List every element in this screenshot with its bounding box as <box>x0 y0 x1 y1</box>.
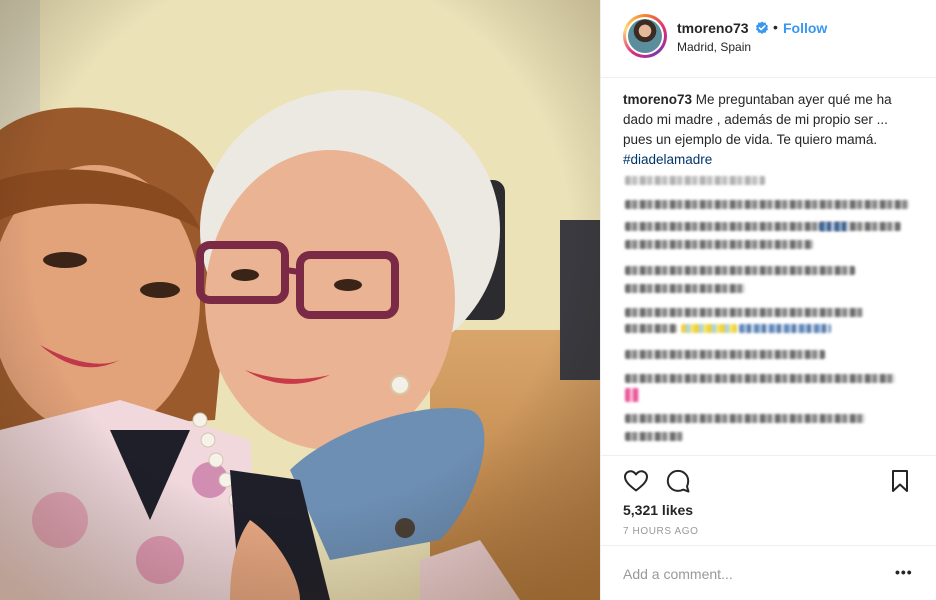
blurred-comment-text <box>739 324 831 333</box>
hashtag-link[interactable]: #diadelamadre <box>623 150 712 170</box>
blurred-comment-text <box>625 324 677 333</box>
blurred-comment-text <box>681 324 737 333</box>
photo-illustration <box>0 0 600 600</box>
avatar[interactable] <box>623 14 667 58</box>
post-side-panel: tmoreno73 • Follow Madrid, Spain tmoreno… <box>600 0 936 600</box>
comment-composer: ••• <box>601 545 936 600</box>
follow-button[interactable]: Follow <box>783 20 827 36</box>
blurred-comment-text <box>819 222 849 231</box>
blurred-comment-text <box>625 308 863 317</box>
blurred-comment-text <box>625 284 745 293</box>
post-header: tmoreno73 • Follow Madrid, Spain <box>601 0 936 78</box>
bookmark-icon[interactable] <box>887 468 913 494</box>
post-caption: tmoreno73 Me preguntaban ayer qué me ha … <box>623 90 919 170</box>
post-photo[interactable] <box>0 0 600 600</box>
heart-icon[interactable] <box>623 468 649 494</box>
username-link[interactable]: tmoreno73 <box>677 20 749 36</box>
blurred-comment-text <box>625 388 639 402</box>
blurred-comment-text <box>625 240 813 249</box>
blurred-comment-text <box>625 222 901 231</box>
location-link[interactable]: Madrid, Spain <box>677 40 751 54</box>
blurred-comment-text <box>625 374 895 383</box>
blurred-comment-text <box>625 176 765 185</box>
separator-dot: • <box>773 19 778 35</box>
comments-list <box>623 172 919 442</box>
blurred-comment-text <box>625 200 909 209</box>
likes-count[interactable]: 5,321 likes <box>623 502 693 518</box>
blurred-comment-text <box>625 432 683 441</box>
verified-badge-icon <box>756 21 768 34</box>
more-options-button[interactable]: ••• <box>895 564 913 580</box>
blurred-comment-text <box>625 350 825 359</box>
comment-bubble-icon[interactable] <box>665 468 691 494</box>
blurred-comment-text <box>625 266 855 275</box>
blurred-comment-text <box>625 414 865 423</box>
post-timestamp[interactable]: 7 HOURS AGO <box>623 526 699 537</box>
comment-input[interactable] <box>623 563 883 585</box>
caption-username[interactable]: tmoreno73 <box>623 92 692 107</box>
